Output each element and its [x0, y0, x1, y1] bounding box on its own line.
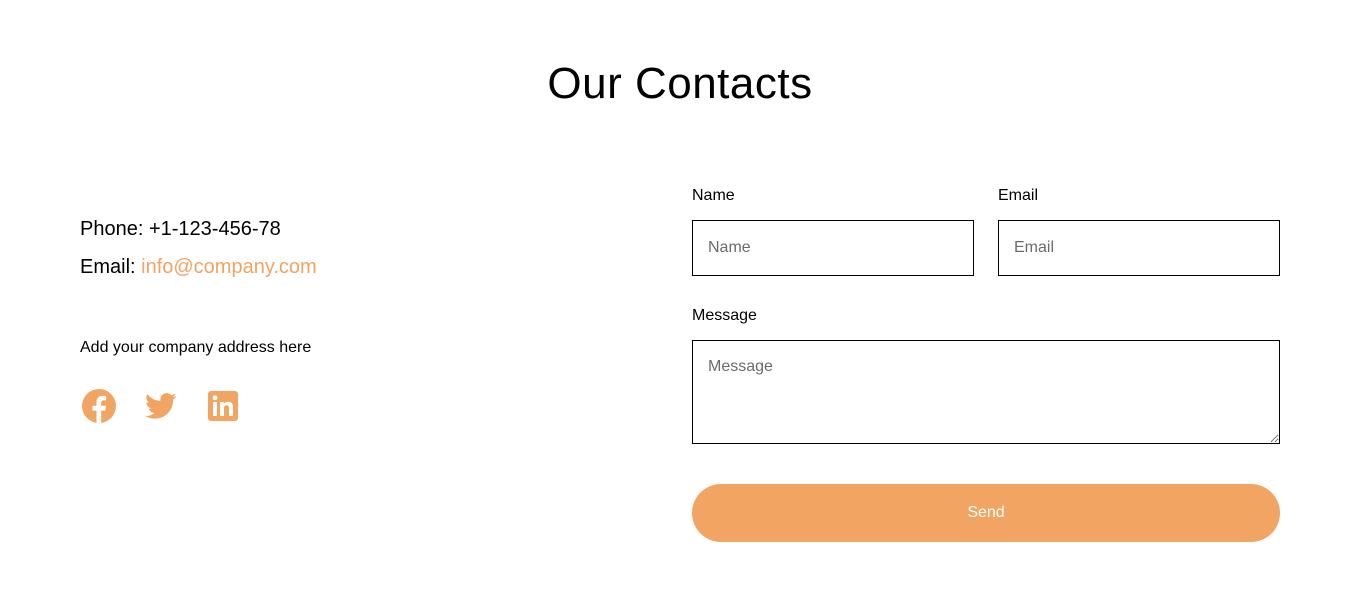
name-input[interactable]: [692, 220, 974, 276]
facebook-link[interactable]: [80, 386, 118, 426]
message-label: Message: [692, 307, 757, 324]
send-button[interactable]: Send: [692, 484, 1280, 542]
social-links: [80, 386, 242, 426]
email-label: Email:: [80, 256, 142, 278]
name-label: Name: [692, 187, 735, 204]
message-textarea[interactable]: [692, 340, 1280, 444]
contact-info: Phone: +1-123-456-78 Email: info@company…: [80, 210, 600, 286]
twitter-icon: [145, 393, 177, 419]
linkedin-icon: [208, 391, 238, 421]
email-line: Email: info@company.com: [80, 248, 600, 286]
email-link[interactable]: info@company.com: [141, 256, 317, 278]
phone-label: Phone:: [80, 218, 149, 240]
phone-value: +1-123-456-78: [148, 218, 281, 240]
email-label-form: Email: [998, 187, 1039, 204]
phone-line: Phone: +1-123-456-78: [80, 210, 600, 248]
page-title: Our Contacts: [547, 59, 813, 108]
contacts-page: Our Contacts Phone: +1-123-456-78 Email:…: [0, 0, 1360, 592]
linkedin-link[interactable]: [204, 386, 242, 426]
email-input[interactable]: [998, 220, 1280, 276]
facebook-icon: [82, 389, 116, 423]
twitter-link[interactable]: [142, 386, 180, 426]
company-address: Add your company address here: [80, 339, 312, 356]
